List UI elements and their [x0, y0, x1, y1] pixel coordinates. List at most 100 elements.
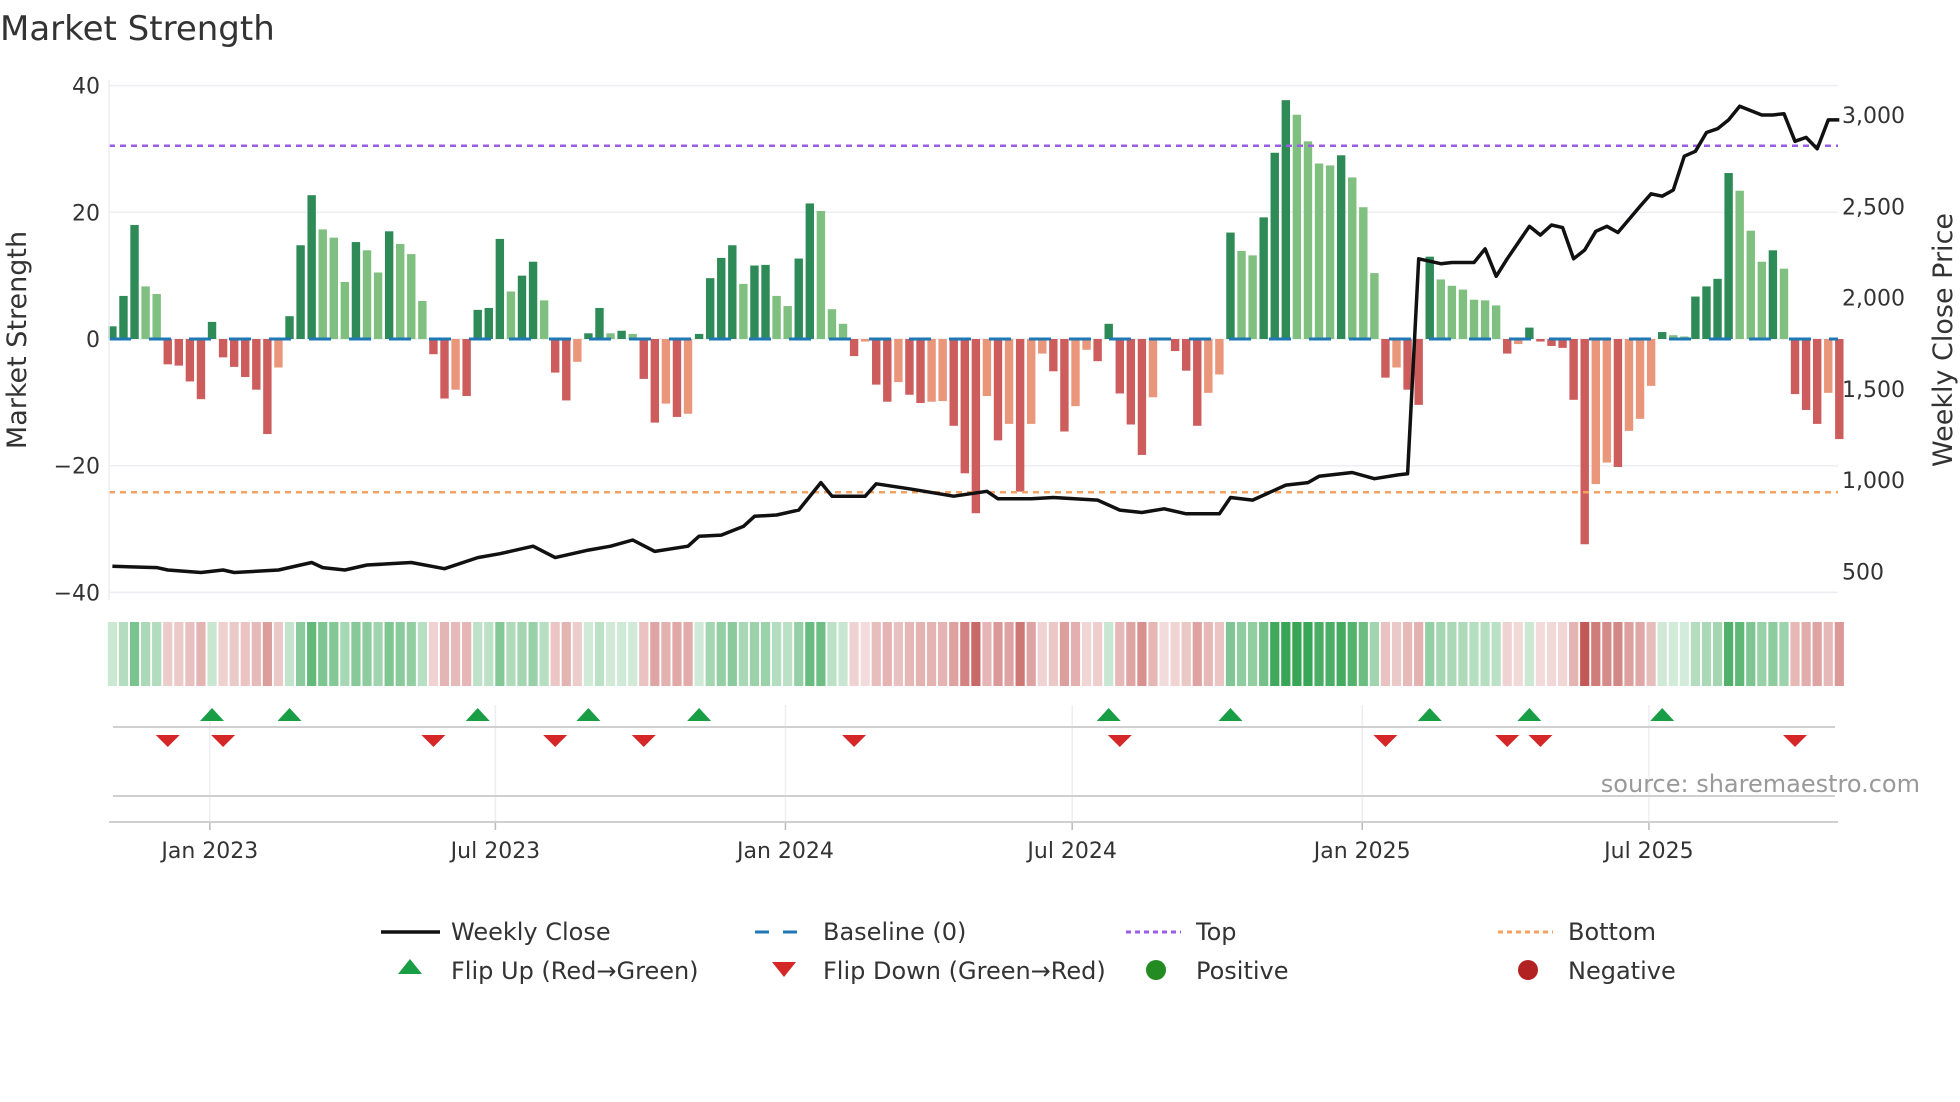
- positive-bar: [362, 250, 372, 339]
- positive-bar: [1348, 177, 1357, 339]
- legend-flip-up-icon: [398, 959, 422, 974]
- y2-tick-label: 3,000: [1842, 104, 1905, 129]
- heat-strip-cell: [1535, 622, 1546, 686]
- heat-strip-cell: [949, 622, 959, 686]
- positive-bar: [1768, 250, 1778, 339]
- heat-strip-cell: [229, 622, 239, 686]
- heat-strip-cell: [1646, 622, 1656, 686]
- negative-bar: [562, 339, 571, 401]
- negative-bar: [1148, 339, 1158, 398]
- market-strength-chart: Market Strength 40 20 0 −20 −40 3,000 2,500 2,0…: [0, 9, 1959, 985]
- chart-title: Market Strength: [0, 9, 275, 49]
- heat-strip-cell: [1347, 622, 1357, 686]
- positive-bar: [1691, 296, 1700, 339]
- positive-bar: [705, 278, 715, 339]
- negative-bar: [650, 339, 660, 423]
- heat-strip-cell: [1070, 622, 1081, 686]
- y2-tick-label: 500: [1842, 560, 1884, 585]
- heat-strip-cell: [1248, 622, 1258, 686]
- heat-strip-cell: [639, 622, 649, 686]
- heat-strip-cell: [1458, 622, 1468, 686]
- negative-bar: [218, 339, 228, 358]
- heat-strip-cell: [1712, 622, 1723, 686]
- legend-negative-icon: [1518, 960, 1538, 980]
- heat-strip-cell: [617, 622, 627, 686]
- x-tick-label: Jul 2024: [1025, 839, 1117, 864]
- heat-strip-cell: [329, 622, 339, 686]
- negative-bar: [1170, 339, 1180, 352]
- heat-strip-cell: [1613, 622, 1623, 686]
- heat-strip-cell: [1757, 622, 1767, 686]
- heat-strip-cell: [1724, 622, 1734, 686]
- heat-strip-cell: [118, 622, 129, 686]
- positive-bar: [373, 272, 383, 339]
- legend-positive-label: Positive: [1196, 957, 1289, 985]
- heat-strip-cell: [561, 622, 571, 686]
- heat-strip-cell: [1557, 622, 1568, 686]
- negative-bar: [683, 339, 693, 414]
- heat-strip-cell: [495, 622, 505, 686]
- heat-strip-cell: [982, 622, 992, 686]
- negative-bar: [916, 339, 925, 403]
- positive-bar: [418, 300, 427, 339]
- positive-bar: [1779, 268, 1789, 339]
- heat-strip-cell: [384, 622, 394, 686]
- heat-strip-cell: [1048, 622, 1058, 686]
- negative-bar: [672, 339, 682, 417]
- negative-bar: [661, 339, 671, 404]
- negative-bar: [982, 339, 992, 397]
- heat-strip-cell: [749, 622, 760, 686]
- negative-bar: [1503, 339, 1512, 354]
- negative-bar: [174, 339, 184, 366]
- positive-bar: [827, 309, 837, 339]
- heat-strip-cell: [550, 622, 560, 686]
- positive-bar: [329, 237, 338, 339]
- heat-strip-cell: [1225, 622, 1236, 686]
- heat-strip-cell: [462, 622, 472, 686]
- positive-bar: [1436, 279, 1445, 339]
- heat-strip-cell: [1402, 622, 1413, 686]
- negative-bar: [274, 339, 283, 368]
- positive-bar: [119, 295, 128, 339]
- positive-bar: [1746, 230, 1755, 339]
- positive-bar: [1104, 323, 1113, 339]
- legend-negative-label: Negative: [1568, 957, 1676, 985]
- negative-bar: [1790, 339, 1800, 395]
- heat-strip-cell: [351, 622, 361, 686]
- positive-bar: [528, 261, 538, 339]
- negative-bar: [860, 339, 870, 342]
- positive-bar: [539, 300, 549, 339]
- negative-bar: [849, 339, 859, 357]
- negative-bar: [883, 339, 892, 402]
- flip-up-marker: [465, 708, 490, 721]
- heat-strip-cell: [838, 622, 848, 686]
- negative-bar: [163, 339, 172, 365]
- y-axis-title: Market Strength: [2, 231, 33, 449]
- heat-strip-cell: [661, 622, 671, 686]
- negative-bar: [1027, 339, 1036, 424]
- heat-strip-cell: [904, 622, 915, 686]
- heat-strip-cell: [240, 622, 250, 686]
- heat-strip-cell: [1292, 622, 1302, 686]
- negative-bar: [1801, 339, 1811, 410]
- heat-strip-cell: [1104, 622, 1114, 686]
- heat-strip-cell: [395, 622, 405, 686]
- positive-bar: [1525, 327, 1534, 339]
- positive-bar: [1480, 300, 1490, 339]
- positive-bar: [617, 330, 626, 339]
- negative-bar: [1591, 339, 1600, 485]
- negative-bar: [1082, 339, 1091, 350]
- flip-down-marker: [211, 735, 236, 747]
- positive-bar: [1270, 152, 1279, 339]
- heat-strip-cell: [1657, 622, 1667, 686]
- heat-strip-cell: [849, 622, 859, 686]
- positive-bar: [407, 254, 416, 339]
- y-tick-label: 40: [72, 75, 100, 100]
- flip-up-marker: [277, 708, 302, 721]
- heat-strip-cell: [1026, 622, 1036, 686]
- heat-strip-cell: [1491, 622, 1501, 686]
- heat-strip-cell: [163, 622, 173, 686]
- heat-strip-cell: [1358, 622, 1368, 686]
- y2-tick-label: 1,000: [1842, 469, 1905, 494]
- positive-bar: [396, 243, 405, 339]
